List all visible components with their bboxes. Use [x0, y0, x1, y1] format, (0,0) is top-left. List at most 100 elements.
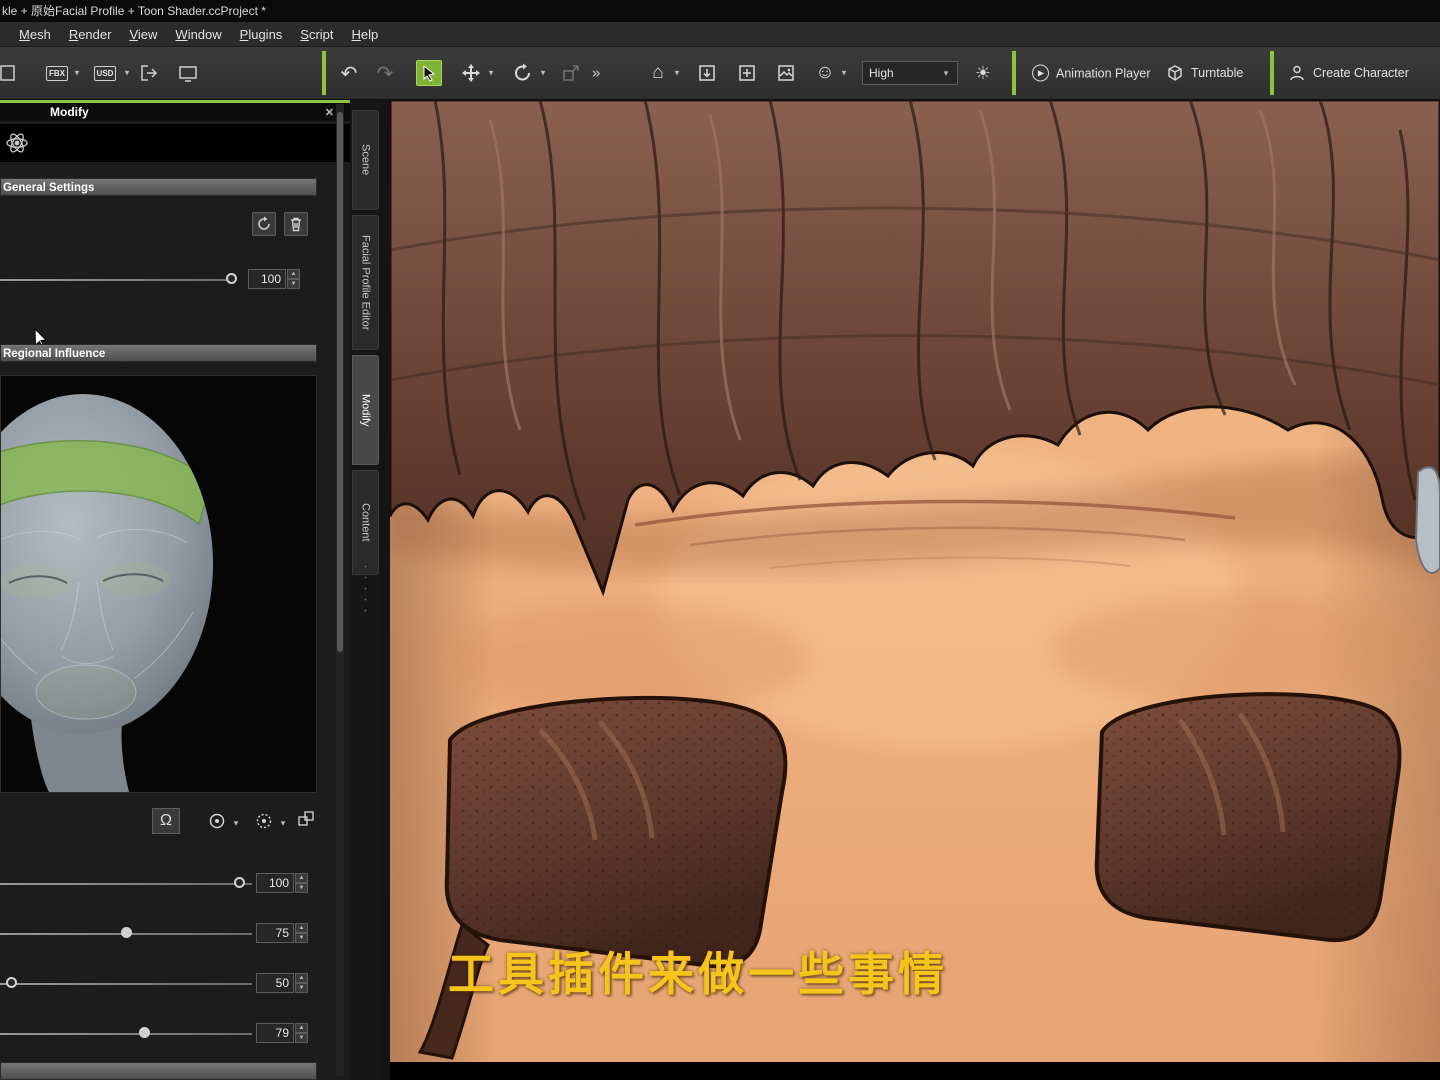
- window-title: kle + 原始Facial Profile + Toon Shader.ccP…: [0, 0, 1440, 22]
- frame-focus-icon[interactable]: [734, 60, 760, 86]
- modify-panel: Modify ✕ General Settings 100 ▲ ▼ Region…: [0, 100, 350, 1080]
- value-input[interactable]: 75: [256, 923, 294, 943]
- spin-up-icon[interactable]: ▲: [295, 1023, 308, 1033]
- slider-track[interactable]: [0, 1033, 252, 1035]
- face-preview[interactable]: [0, 375, 317, 793]
- export-fbx-icon[interactable]: FBX: [44, 60, 70, 86]
- side-tabstrip: Scene Facial Profile Editor Modify Conte…: [350, 100, 380, 1080]
- rotate-tool[interactable]: [510, 60, 536, 86]
- panel-title: Modify: [50, 105, 89, 119]
- spin-down-icon[interactable]: ▼: [295, 1033, 308, 1043]
- screen-capture-icon[interactable]: [175, 60, 201, 86]
- render-image-icon[interactable]: [773, 60, 799, 86]
- section-general-settings: General Settings: [0, 178, 317, 196]
- value-stepper: ▲ ▼: [295, 1023, 308, 1043]
- slider-knob[interactable]: [121, 927, 132, 938]
- close-icon[interactable]: ✕: [325, 106, 334, 119]
- value-stepper: ▲ ▼: [295, 873, 308, 893]
- slider-track[interactable]: [0, 883, 252, 885]
- create-character-label: Create Character: [1313, 66, 1409, 80]
- morph-atom-icon[interactable]: [4, 130, 30, 156]
- tab-facial-profile-editor[interactable]: Facial Profile Editor: [352, 215, 379, 350]
- scale-tool[interactable]: [558, 60, 584, 86]
- delete-button[interactable]: [284, 212, 308, 236]
- toolbar-separator: [1270, 51, 1274, 95]
- head-region-button[interactable]: Ω: [152, 808, 180, 834]
- lighting-icon[interactable]: ☀: [970, 60, 996, 86]
- viewport-3d[interactable]: 工具插件来做一些事情: [390, 100, 1440, 1080]
- create-character-button[interactable]: Create Character: [1288, 64, 1409, 82]
- animation-player-label: Animation Player: [1056, 66, 1151, 80]
- cropped-tool-icon[interactable]: [0, 60, 18, 86]
- spin-down-icon[interactable]: ▼: [295, 883, 308, 893]
- turntable-cube-icon: [1168, 65, 1182, 81]
- slider-knob[interactable]: [139, 1027, 150, 1038]
- slider-knob[interactable]: [226, 273, 237, 284]
- value-stepper: ▲ ▼: [295, 923, 308, 943]
- import-icon[interactable]: [694, 60, 720, 86]
- animation-player-button[interactable]: ▶ Animation Player: [1032, 64, 1151, 82]
- scrollbar-thumb[interactable]: [337, 112, 343, 652]
- turntable-button[interactable]: Turntable: [1166, 64, 1243, 82]
- toolbar-separator: [322, 51, 326, 95]
- menu-mesh[interactable]: Mesh: [10, 24, 60, 45]
- play-icon: ▶: [1032, 64, 1049, 82]
- undo-icon[interactable]: ↶: [336, 60, 362, 86]
- home-view-icon[interactable]: ⌂: [645, 60, 671, 86]
- usd-caret-icon[interactable]: ▾: [122, 68, 132, 79]
- quality-value: High: [869, 66, 894, 80]
- tab-content[interactable]: Content: [352, 470, 379, 575]
- slider-knob[interactable]: [234, 877, 245, 888]
- slider-track[interactable]: [0, 279, 236, 281]
- export-usd-icon[interactable]: USD: [92, 60, 118, 86]
- quality-dropdown[interactable]: High ▾: [862, 61, 958, 85]
- move-caret-icon[interactable]: ▾: [486, 68, 496, 79]
- toolbar-separator: [1012, 51, 1016, 95]
- value-input[interactable]: 50: [256, 973, 294, 993]
- value-input[interactable]: 100: [256, 873, 294, 893]
- spin-up-icon[interactable]: ▲: [287, 269, 300, 279]
- menu-window[interactable]: Window: [166, 24, 230, 45]
- tab-scene[interactable]: Scene: [352, 110, 379, 210]
- menu-plugins[interactable]: Plugins: [231, 24, 292, 45]
- menu-render[interactable]: Render: [60, 24, 121, 45]
- export-icon[interactable]: [136, 60, 162, 86]
- spin-up-icon[interactable]: ▲: [295, 973, 308, 983]
- value-input[interactable]: 79: [256, 1023, 294, 1043]
- tab-modify[interactable]: Modify: [352, 355, 379, 465]
- influence-caret-icon[interactable]: ▾: [231, 818, 241, 829]
- value-input[interactable]: 100: [248, 269, 286, 289]
- person-icon: [1290, 65, 1304, 81]
- home-caret-icon[interactable]: ▾: [672, 68, 682, 79]
- expression-icon[interactable]: ☺: [812, 60, 838, 86]
- menu-help[interactable]: Help: [343, 24, 388, 45]
- menu-view[interactable]: View: [120, 24, 166, 45]
- spin-down-icon[interactable]: ▼: [295, 983, 308, 993]
- rotate-caret-icon[interactable]: ▾: [538, 68, 548, 79]
- spin-up-icon[interactable]: ▲: [295, 873, 308, 883]
- value-stepper: ▲ ▼: [295, 973, 308, 993]
- more-tools-icon[interactable]: »: [592, 65, 600, 82]
- character-render: [390, 100, 1440, 1080]
- falloff-view-button[interactable]: [250, 808, 278, 834]
- slider-track[interactable]: [0, 983, 252, 985]
- drag-handle[interactable]: ・・・・・: [360, 562, 370, 617]
- spin-down-icon[interactable]: ▼: [287, 279, 300, 289]
- expression-caret-icon[interactable]: ▾: [839, 68, 849, 79]
- falloff-caret-icon[interactable]: ▾: [278, 818, 288, 829]
- menu-bar: Mesh Render View Window Plugins Script H…: [0, 22, 1440, 47]
- value-stepper: ▲ ▼: [287, 269, 300, 289]
- influence-view-button[interactable]: [203, 808, 231, 834]
- quality-caret-icon: ▾: [943, 67, 949, 78]
- select-tool[interactable]: [416, 60, 442, 86]
- main-toolbar: FBX ▾ USD ▾ ↶ ↷ ▾ ▾ » ⌂ ▾ ☺ ▾ High ▾ ☀ ▶…: [0, 47, 1440, 100]
- menu-script[interactable]: Script: [291, 24, 342, 45]
- spin-up-icon[interactable]: ▲: [295, 923, 308, 933]
- redo-icon[interactable]: ↷: [372, 60, 398, 86]
- reset-button[interactable]: [252, 212, 276, 236]
- fbx-caret-icon[interactable]: ▾: [72, 68, 82, 79]
- mesh-pieces-button[interactable]: [292, 806, 320, 832]
- move-tool[interactable]: [458, 60, 484, 86]
- spin-down-icon[interactable]: ▼: [295, 933, 308, 943]
- slider-knob[interactable]: [6, 977, 17, 988]
